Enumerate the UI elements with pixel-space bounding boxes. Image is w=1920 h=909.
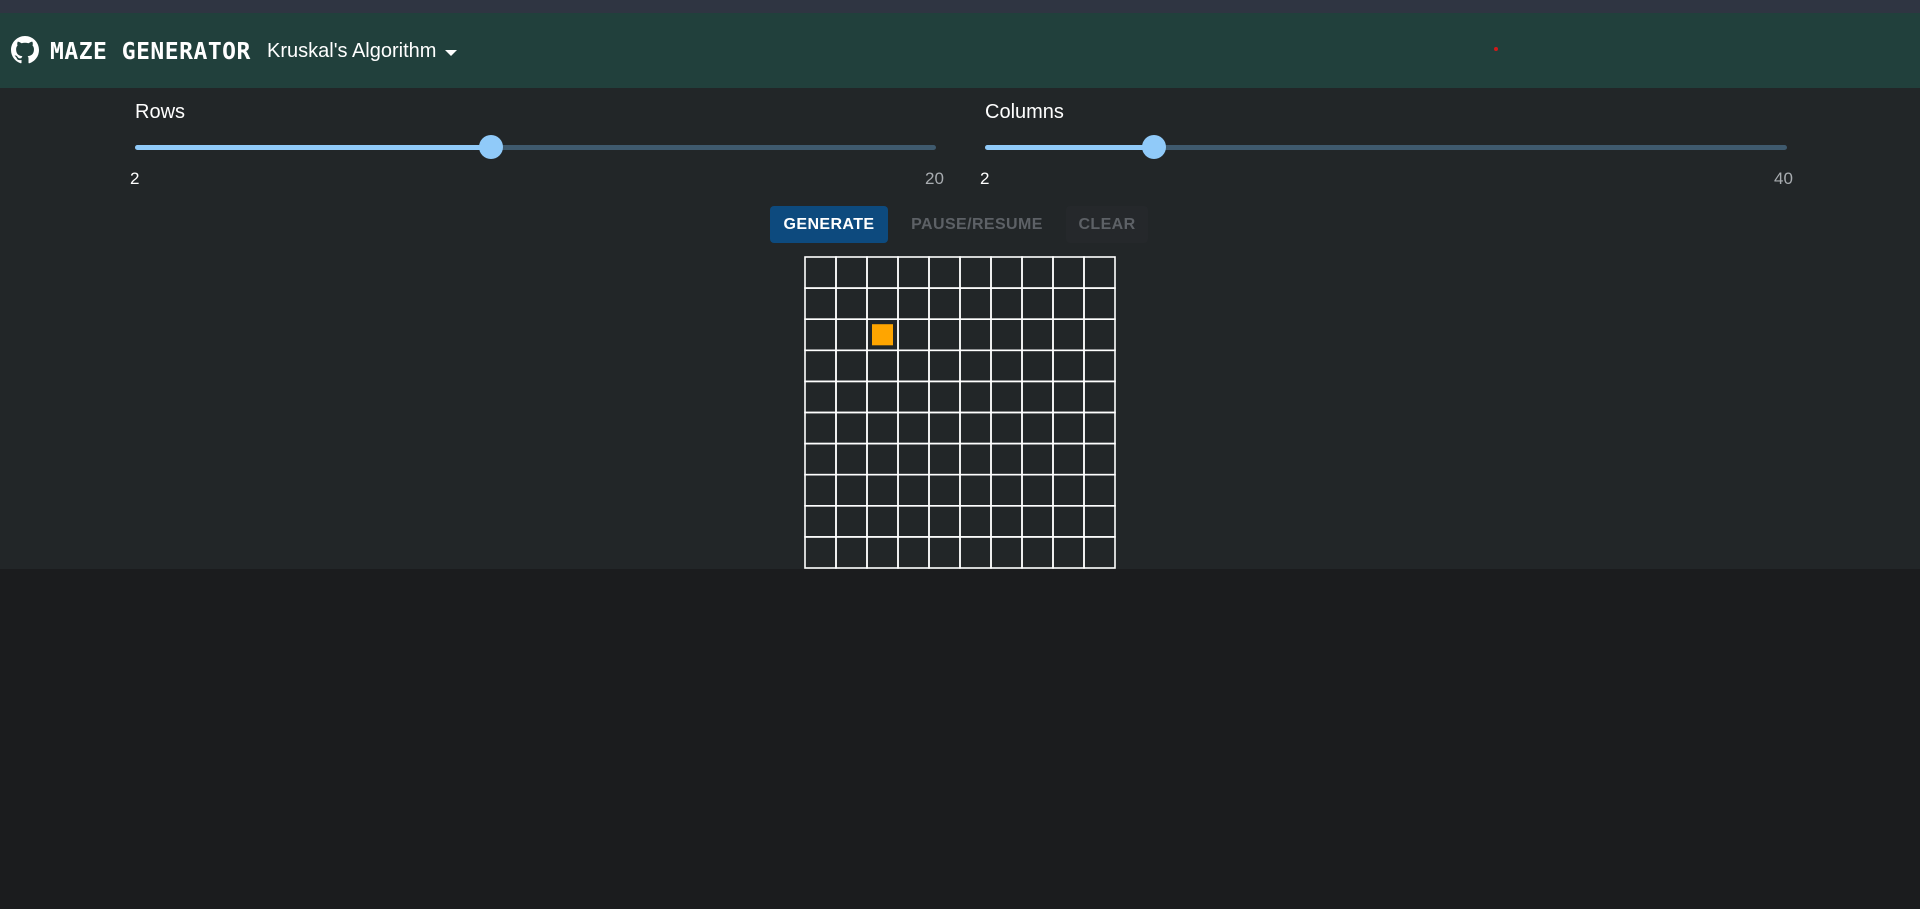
rows-slider-label: Rows (135, 101, 186, 123)
rows-slider-fill (135, 145, 491, 150)
algorithm-dropdown-label: Kruskal's Algorithm (267, 39, 437, 62)
github-icon[interactable] (11, 36, 39, 64)
rows-slider[interactable] (135, 135, 936, 159)
navbar: MAZE GENERATOR Kruskal's Algorithm (0, 13, 1920, 88)
algorithm-dropdown[interactable]: Kruskal's Algorithm (267, 36, 458, 66)
columns-slider-max: 40 (1774, 169, 1793, 188)
maze-current-cell (872, 324, 893, 346)
columns-slider-fill (985, 145, 1154, 150)
generate-button[interactable]: GENERATE (770, 206, 888, 243)
pause-resume-button[interactable]: PAUSE/RESUME (898, 206, 1056, 243)
columns-slider[interactable] (985, 135, 1787, 159)
maze-grid (804, 256, 1116, 569)
caret-down-icon (445, 49, 458, 56)
columns-slider-min: 2 (980, 169, 990, 188)
controls-panel: Rows 2 20 Columns 2 40 GENERATE PAUSE/RE… (0, 88, 1920, 569)
rows-slider-thumb[interactable] (479, 135, 503, 159)
app-title: MAZE GENERATOR (50, 39, 251, 65)
browser-top-strip (0, 0, 1920, 13)
columns-slider-thumb[interactable] (1141, 135, 1166, 159)
rows-slider-max: 20 (925, 169, 944, 188)
maze-canvas (804, 256, 1116, 569)
rows-slider-min: 2 (130, 169, 140, 188)
columns-slider-label: Columns (985, 101, 1064, 123)
status-dot (1494, 47, 1498, 51)
clear-button[interactable]: CLEAR (1066, 206, 1148, 243)
